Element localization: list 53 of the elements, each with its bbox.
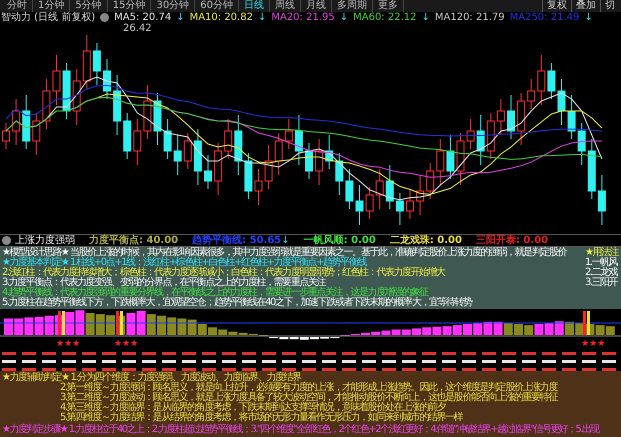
moving-average-label: MA120: 21.79 [434,12,505,23]
auxiliary-note: 4.第三维度～力度临界：是从临界的角度考虑，下跌末期到达支撑等情况，意味着股价处在上涨的前夕 [59,403,447,413]
moving-average-label: MA60: 22.12 [353,12,416,23]
note-line: 4.趋势平衡线：代表力度强弱的重要分界线，在平衡线之上的力度柱，需要进一步重点关注，这是力度增强的象征 [2,288,429,298]
signal-stars: ★★★ [581,339,606,346]
auxiliary-note: 2.第一维度～力度强弱：顾名思义，就是向上拉升，必须要有力度的上涨，才能形成上涨趋势。因此，这个维度是判定股价上涨力度 [59,383,558,393]
trend-arrow: ↓ [421,12,430,23]
moving-average-label: MA10: 20.82 [190,12,253,23]
period-tab[interactable]: 周线 [270,0,301,12]
usage-item: 1.一帆风 [585,258,619,268]
trend-arrow: ↓ [584,12,593,23]
steps-note: ★力度判定步骤★ 1.力度柱位于40之上；2.力度柱超过趋势平衡线；3."四个维度"全部红色，2个红色+2个浅红更好；4.伴随"冲破结界+越过临界"信号更好；5.出现 [2,424,600,435]
auxiliary-note: ★力度辅助判定★ 1.分为四个维度：力度强弱、力度波动、力度临界、力度结界 [2,373,302,383]
trend-arrow: ↓ [176,12,185,23]
indicator-value: 趋势平衡线: 50.65 [192,235,282,246]
period-tab[interactable]: 多周期 [332,0,373,12]
indicator-value: 三阳开泰: 0.00 [476,235,548,246]
indicator-value: 二龙戏珠: 0.00 [390,235,462,246]
trend-arrow: ↓ [281,235,290,246]
note-line: 5.力度柱在趋势平衡线下方，下跌概率大，宜观望空仓；趋势平衡线在40之下，加速下跌或者下跌末期的概率大，宜等待转势 [2,298,474,308]
toolbar-button[interactable]: 切 [600,0,619,12]
signal-stars: ★★★ [56,339,80,346]
moving-average-label: MA250: 21.49 [510,12,580,23]
note-line: ★模型设计思路★ 当股价上涨的时候，其内在影响因素很多，其中力度强弱就是重要因素之一。基于此，准确判定股价上涨力度的强弱，就是判定股价 [2,248,568,258]
toolbar-button[interactable]: 叠加 [571,0,600,12]
trend-arrow: ↓ [258,12,266,23]
note-line: 3.力度平衡点：代表力度变强、变弱的分界点，在平衡点之上的力度柱，需要重点关注 [2,278,326,288]
indicator-value: 一帆风顺: 0.00 [304,235,376,246]
period-tab[interactable]: 60分钟 [195,0,239,12]
auxiliary-note: 5.第四维度～力度结界：是从结界的角度考虑，将市场的无形力量看作无形压力，如同来到城市的结界一样 [59,413,464,423]
period-tab[interactable]: 更多 [372,0,404,12]
usage-title: ★用法注 [585,248,620,258]
usage-item: 3.三阳开 [585,278,619,288]
moving-average-label: MA5: 20.74 [114,12,172,23]
auxiliary-note: 3.第二维度～力度波动：顾名思义，就是上涨力度具备了较大波动空间，才能推动股价不断向上，这也是股价能否向上涨的重要特征 [59,393,558,403]
usage-item: 2.二龙戏 [585,268,619,278]
trend-arrow: ↓ [340,12,348,23]
period-tab[interactable]: 日线 [238,0,270,12]
indicator-name: 上涨力度强弱 [15,235,75,246]
period-tab[interactable]: 30分钟 [151,0,196,12]
period-tab[interactable]: 5分钟 [70,0,108,12]
signal-stars: ★★★ [114,339,138,346]
moving-average-label: MA20: 21.95 [271,12,335,23]
period-tab[interactable]: 分时 [2,0,33,12]
note-line: ★力度基本判定★ 1.柱线+0点+1线：浅红柱+棕色柱+白色柱+红色柱+力度平衡点+趋势平衡线 [2,258,366,268]
note-line: 2.浅红柱：代表力度持续增大；棕色柱：代表力度逐渐减小；白色柱：代表力度明显弱势；红色柱：代表力度开始增大 [2,268,446,278]
period-tab[interactable]: 15分钟 [108,0,152,12]
toolbar-button[interactable]: 复权 [542,0,571,12]
chart-title: 智动力 (日线 前复权) [1,12,96,23]
period-tab[interactable]: 月线 [300,0,332,12]
high-price-label: 26.42 [123,24,152,34]
period-tab[interactable]: 1分钟 [33,0,70,12]
indicator-value: 力度平衡点: 40.00 [89,235,178,246]
